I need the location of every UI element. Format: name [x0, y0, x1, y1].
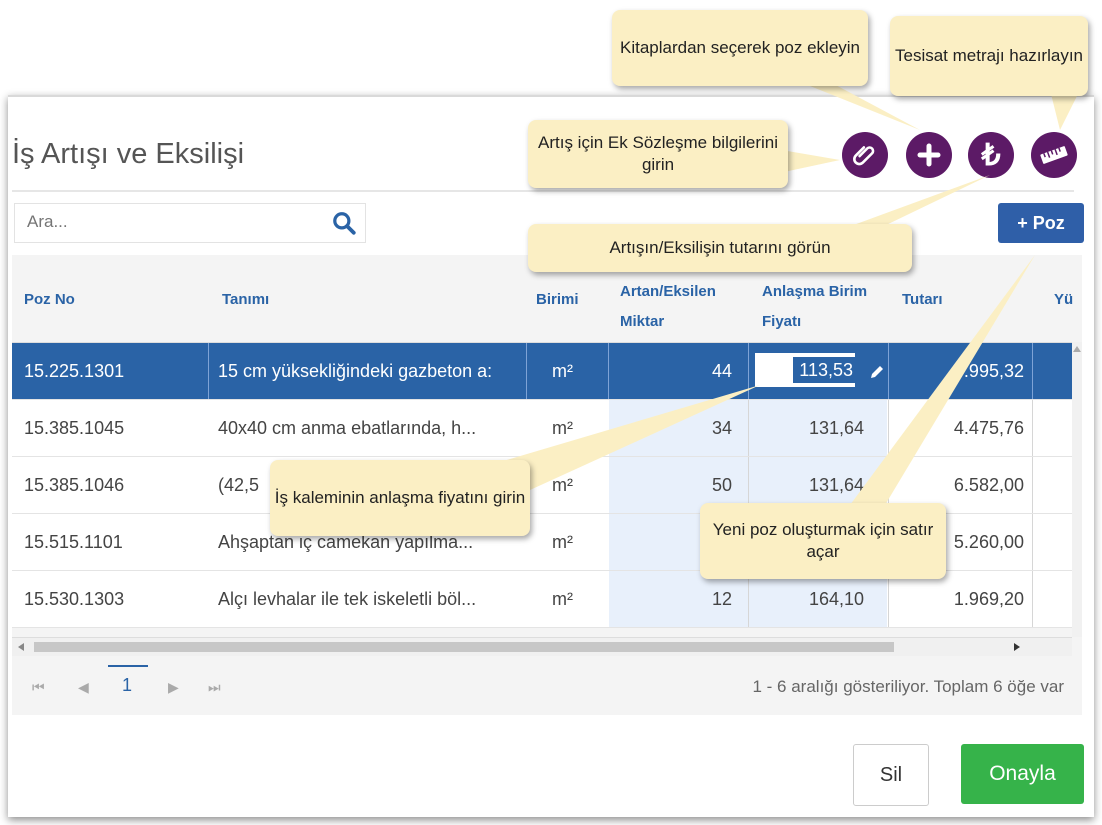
- plus-icon: [917, 143, 941, 167]
- price-edit-field[interactable]: 113,53: [755, 353, 855, 387]
- scroll-right-icon[interactable]: [1014, 643, 1020, 651]
- cell-qty: 44: [711, 361, 732, 381]
- cell-total: 4.995,32: [953, 361, 1024, 381]
- cell-price: 131,64: [808, 418, 864, 438]
- price-edit-value[interactable]: 113,53: [793, 357, 855, 383]
- cell-poz: 15.225.1301: [24, 361, 125, 381]
- callout-price: İş kaleminin anlaşma fiyatını girin: [270, 460, 530, 536]
- cell-qty: 50: [711, 475, 732, 495]
- col-artan-eksilen[interactable]: Artan/Eksilen Miktar: [620, 277, 730, 337]
- callout-books: Kitaplardan seçerek poz ekleyin: [612, 10, 868, 86]
- table-row[interactable]: 15.530.1303 Alçı levhalar ile tek iskele…: [12, 571, 1072, 628]
- search-input[interactable]: [15, 204, 339, 240]
- cell-qty: 12: [711, 589, 732, 609]
- page-title: İş Artışı ve Eksilişi: [12, 138, 245, 170]
- col-poz-no[interactable]: Poz No: [24, 291, 75, 308]
- cell-desc: Alçı levhalar ile tek iskeletli böl...: [218, 589, 477, 609]
- cell-total: 4.475,76: [953, 418, 1024, 438]
- cell-total: 1.969,20: [953, 589, 1024, 609]
- cell-desc: (42,5: [218, 475, 260, 495]
- col-tutari[interactable]: Tutarı: [902, 291, 943, 308]
- callout-new-row: Yeni poz oluşturmak için satır açar: [700, 503, 946, 579]
- pager-info: 1 - 6 aralığı gösteriliyor. Toplam 6 öğe…: [752, 677, 1064, 696]
- col-anlasma-fiyati[interactable]: Anlaşma Birim Fiyatı: [762, 277, 882, 337]
- cell-unit: m²: [552, 475, 573, 495]
- cell-total: 6.582,00: [953, 475, 1024, 495]
- pager: ⏮ ◀ 1 ▶ ⏭ 1 - 6 aralığı gösteriliyor. To…: [12, 657, 1082, 715]
- last-page-icon[interactable]: ⏭: [208, 679, 221, 696]
- cell-qty: 34: [711, 418, 732, 438]
- cell-poz: 15.515.1101: [24, 532, 123, 552]
- cell-unit: m²: [552, 361, 573, 381]
- add-from-books-button[interactable]: [906, 132, 952, 178]
- cell-unit: m²: [552, 418, 573, 438]
- lira-icon: ₺: [981, 138, 1001, 172]
- col-birimi[interactable]: Birimi: [536, 291, 579, 308]
- delete-button[interactable]: Sil: [853, 744, 929, 806]
- current-page-indicator: [108, 665, 148, 667]
- scroll-left-icon[interactable]: [18, 643, 24, 651]
- next-page-icon[interactable]: ▶: [168, 679, 179, 696]
- pencil-icon[interactable]: [868, 363, 886, 381]
- vertical-scrollbar[interactable]: [1072, 342, 1082, 637]
- horizontal-scrollbar[interactable]: [12, 637, 1072, 656]
- cell-unit: m²: [552, 589, 573, 609]
- add-contract-button[interactable]: [842, 132, 888, 178]
- cell-unit: m²: [552, 532, 573, 552]
- cell-desc: 40x40 cm anma ebatlarında, h...: [218, 418, 477, 438]
- page-number[interactable]: 1: [122, 675, 132, 696]
- search-box: [14, 203, 366, 243]
- prev-page-icon[interactable]: ◀: [78, 679, 89, 696]
- new-poz-button[interactable]: + Poz: [998, 203, 1084, 243]
- cell-total: 5.260,00: [953, 532, 1024, 552]
- table-row[interactable]: 15.385.1045 40x40 cm anma ebatlarında, h…: [12, 400, 1072, 457]
- confirm-button[interactable]: Onayla: [961, 744, 1084, 804]
- cell-desc: 15 cm yüksekliğindeki gazbeton a:: [218, 361, 493, 381]
- title-divider: [12, 190, 1074, 192]
- cell-price: 164,10: [808, 589, 864, 609]
- show-amount-button[interactable]: ₺: [968, 132, 1014, 178]
- cell-poz: 15.530.1303: [24, 589, 125, 609]
- installation-measure-button[interactable]: [1031, 132, 1077, 178]
- callout-amount: Artışın/Eksilişin tutarını görün: [528, 224, 912, 272]
- first-page-icon[interactable]: ⏮: [32, 679, 45, 696]
- data-grid: Poz No Tanımı Birimi Artan/Eksilen Mikta…: [12, 255, 1082, 715]
- cell-poz: 15.385.1045: [24, 418, 125, 438]
- search-icon[interactable]: [331, 210, 357, 236]
- scroll-up-icon[interactable]: [1073, 346, 1081, 352]
- col-tanimi[interactable]: Tanımı: [222, 291, 269, 308]
- cell-price: 131,64: [808, 475, 864, 495]
- callout-contract: Artış için Ek Sözleşme bilgilerini girin: [528, 120, 788, 188]
- callout-installation: Tesisat metrajı hazırlayın: [890, 16, 1088, 96]
- table-row[interactable]: 15.225.1301 15 cm yüksekliğindeki gazbet…: [12, 343, 1072, 400]
- ruler-icon: [1040, 146, 1068, 164]
- cell-poz: 15.385.1046: [24, 475, 125, 495]
- col-yuzde[interactable]: Yü: [1054, 291, 1073, 308]
- paperclip-icon: [853, 146, 875, 166]
- scroll-thumb[interactable]: [34, 642, 894, 652]
